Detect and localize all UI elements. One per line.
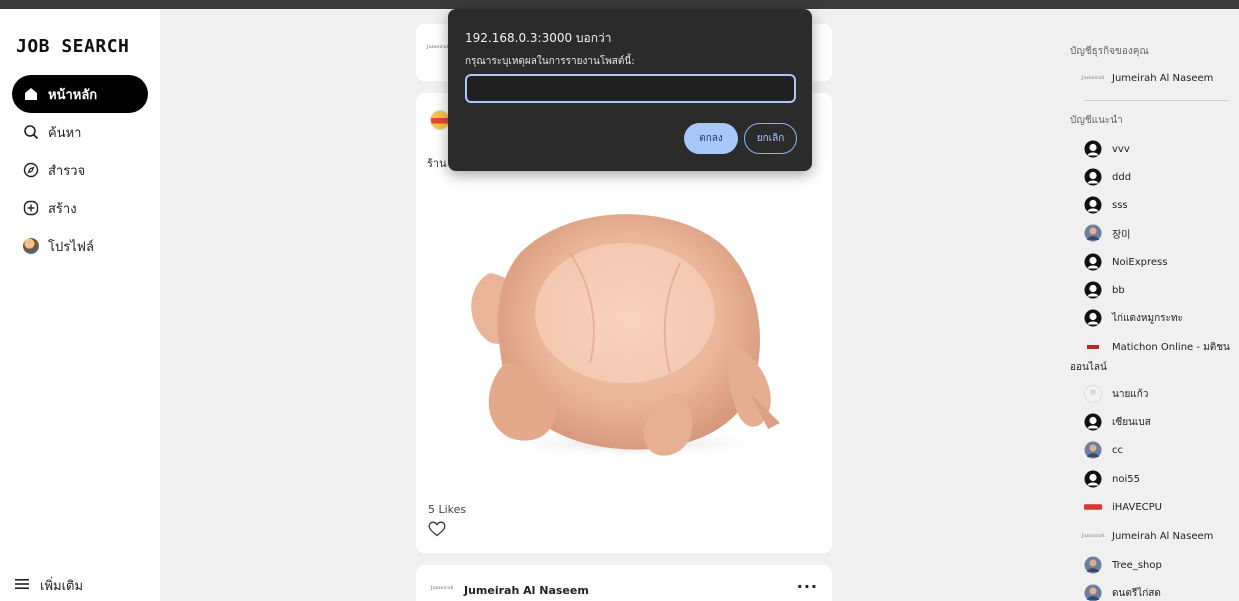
matichon-logo-icon <box>1084 338 1102 356</box>
user-icon <box>1084 253 1102 271</box>
suggested-account-item[interactable]: Tree_shop <box>1084 556 1239 574</box>
suggested-account-item[interactable]: sss <box>1084 196 1239 214</box>
suggested-account-item[interactable]: NoiExpress <box>1084 253 1239 271</box>
more-menu-button[interactable]: เพิ่มเติม <box>14 575 83 596</box>
app-logo[interactable]: JOB SEARCH <box>16 36 129 57</box>
ok-button[interactable]: ตกลง <box>684 123 738 154</box>
nav-item-label: ค้นหา <box>48 125 82 141</box>
suggested-account-name: ddd <box>1112 171 1132 183</box>
suggested-account-item[interactable]: ไก่แดงหมูกระทะ <box>1084 309 1239 327</box>
suggested-account-item[interactable]: เซียนเบส <box>1084 413 1239 431</box>
nav-item-search[interactable]: ค้นหา <box>12 113 148 151</box>
light-avatar <box>1084 385 1102 403</box>
suggested-account-item[interactable]: vvv <box>1084 140 1239 158</box>
dialog-message: กรุณาระบุเหตุผลในการรายงานโพสต์นี้: <box>465 56 635 67</box>
business-account-name: Jumeirah Al Naseem <box>1112 72 1214 84</box>
suggested-accounts-heading: บัญชีแนะนำ <box>1070 115 1123 126</box>
suggested-account-item[interactable]: bb <box>1084 281 1239 299</box>
suggested-account-item[interactable]: Jumeirah Jumeirah Al Naseem <box>1081 527 1239 545</box>
suggested-account-item[interactable]: Matichon Online - มติชน <box>1084 338 1239 356</box>
dialog-title: 192.168.0.3:3000 บอกว่า <box>465 31 612 45</box>
suggested-account-name: vvv <box>1112 143 1130 155</box>
post-card-bottom: Jumeirah Jumeirah Al Naseem ... <box>416 565 832 601</box>
suggested-account-item[interactable]: นายแก้ว <box>1084 385 1239 403</box>
jumeirah-logo: Jumeirah <box>430 585 454 591</box>
suggested-account-name: Tree_shop <box>1112 559 1162 571</box>
right-sidebar: บัญชีธุรกิจของคุณ Jumeirah Jumeirah Al N… <box>1070 0 1239 601</box>
jumeirah-logo-icon: Jumeirah <box>1081 75 1105 81</box>
more-label: เพิ่มเติม <box>40 579 84 594</box>
suggested-account-name: cc <box>1112 444 1123 456</box>
user-icon <box>1084 413 1102 431</box>
report-reason-input[interactable] <box>465 74 796 103</box>
nav-item-label: สร้าง <box>48 201 77 217</box>
search-icon <box>22 123 40 141</box>
business-account-item[interactable]: Jumeirah Jumeirah Al Naseem <box>1081 69 1239 87</box>
business-accounts-heading: บัญชีธุรกิจของคุณ <box>1070 46 1149 57</box>
prompt-dialog: 192.168.0.3:3000 บอกว่า กรุณาระบุเหตุผลใ… <box>448 9 812 171</box>
post-author-avatar[interactable] <box>430 110 450 130</box>
nav-item-explore[interactable]: สำรวจ <box>12 151 148 189</box>
user-icon <box>1084 309 1102 327</box>
suggested-account-item[interactable]: iHAVECPU <box>1084 498 1239 516</box>
suggested-account-name: นายแก้ว <box>1112 388 1149 400</box>
suggested-account-name: เซียนเบส <box>1112 416 1151 428</box>
main-nav: หน้าหลัก ค้นหา สำรวจ สร้าง โปรไฟล์ <box>12 75 148 265</box>
photo-avatar <box>1084 584 1102 601</box>
suggested-account-name: ดนตรีไก่สด <box>1112 587 1161 599</box>
user-icon <box>1084 140 1102 158</box>
home-icon <box>22 85 40 103</box>
user-icon <box>1084 470 1102 488</box>
nav-item-label: สำรวจ <box>48 163 86 179</box>
suggested-account-name: iHAVECPU <box>1112 501 1162 513</box>
suggested-account-item[interactable]: cc <box>1084 441 1239 459</box>
suggested-account-name: 장미 <box>1112 229 1131 241</box>
post-caption: ร้าน <box>427 157 447 170</box>
ihavecpu-logo-icon <box>1084 498 1102 516</box>
left-sidebar: JOB SEARCH หน้าหลัก ค้นหา สำรวจ สร้าง โป… <box>0 9 160 601</box>
nav-item-label: หน้าหลัก <box>48 87 98 103</box>
suggested-account-item[interactable]: 장미 <box>1084 224 1239 242</box>
suggested-account-name: noi55 <box>1112 473 1140 485</box>
user-icon <box>1084 281 1102 299</box>
suggested-account-name: Matichon Online - มติชน <box>1112 341 1230 353</box>
suggested-account-name: Jumeirah Al Naseem <box>1112 530 1214 542</box>
jumeirah-logo: Jumeirah <box>426 44 450 50</box>
hamburger-icon <box>14 577 30 595</box>
plus-circle-icon <box>22 199 40 217</box>
photo-avatar <box>1084 224 1102 242</box>
nav-item-profile[interactable]: โปรไฟล์ <box>12 227 148 265</box>
cancel-button[interactable]: ยกเลิก <box>744 123 797 154</box>
divider <box>1084 100 1229 101</box>
like-heart-icon[interactable] <box>428 521 446 541</box>
jumeirah-logo-icon: Jumeirah <box>1081 533 1105 539</box>
photo-avatar <box>1084 556 1102 574</box>
suggested-account-item[interactable]: noi55 <box>1084 470 1239 488</box>
suggested-account-name-wrap: ออนไลน์ <box>1070 362 1107 373</box>
nav-item-label: โปรไฟล์ <box>48 239 94 255</box>
nav-item-create[interactable]: สร้าง <box>12 189 148 227</box>
browser-top-bar <box>0 0 1239 9</box>
suggested-account-name: NoiExpress <box>1112 256 1168 268</box>
suggested-account-item[interactable]: ddd <box>1084 168 1239 186</box>
compass-icon <box>22 161 40 179</box>
post-author-name[interactable]: Jumeirah Al Naseem <box>464 584 589 597</box>
user-icon <box>1084 168 1102 186</box>
avatar-icon <box>22 237 40 255</box>
suggested-account-name: ไก่แดงหมูกระทะ <box>1112 312 1183 324</box>
nav-item-home[interactable]: หน้าหลัก <box>12 75 148 113</box>
suggested-account-name: bb <box>1112 284 1125 296</box>
post-menu-icon[interactable]: ... <box>797 573 818 592</box>
photo-avatar <box>1084 441 1102 459</box>
like-count: 5 Likes <box>428 503 467 516</box>
suggested-account-item[interactable]: ดนตรีไก่สด <box>1084 584 1239 601</box>
post-image[interactable] <box>450 193 798 465</box>
suggested-account-name: sss <box>1112 199 1128 211</box>
user-icon <box>1084 196 1102 214</box>
